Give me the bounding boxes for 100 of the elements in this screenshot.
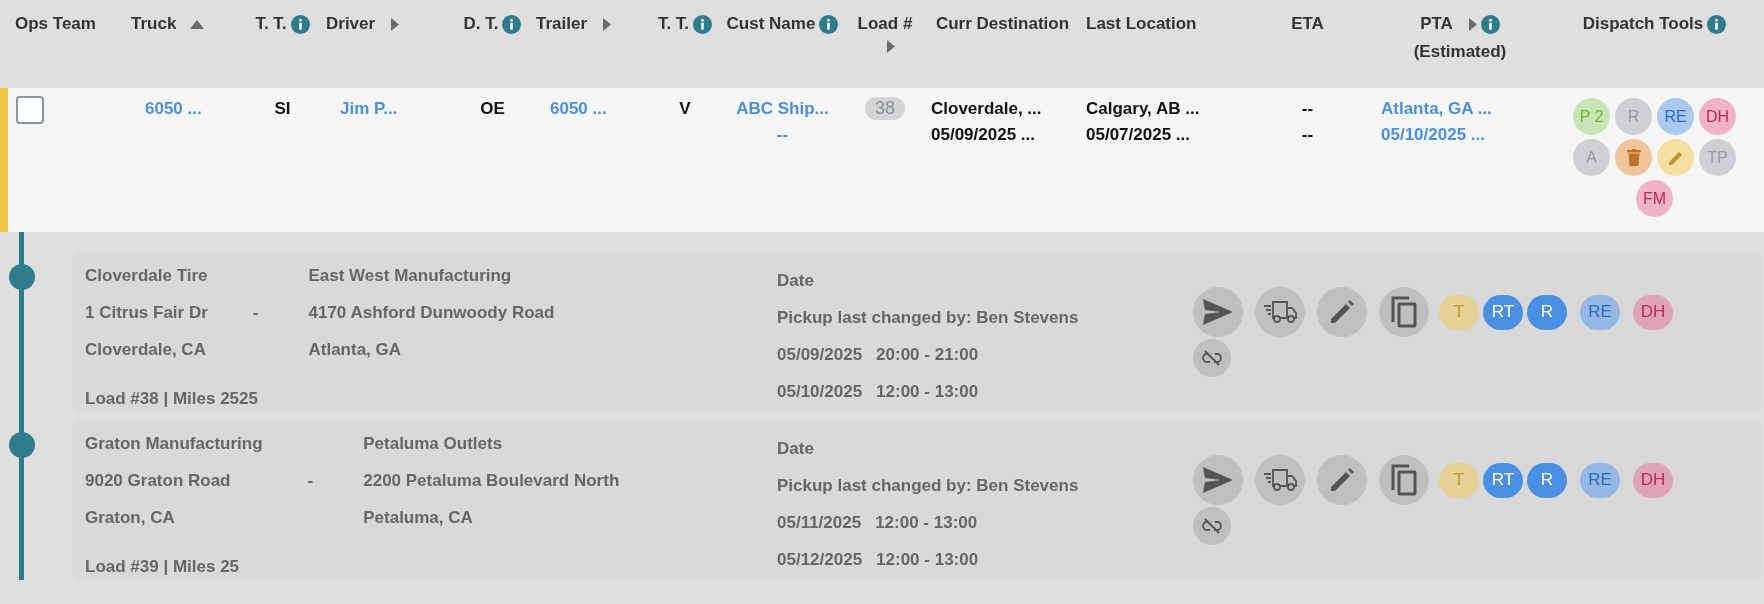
origin-address: 9020 Graton Road xyxy=(85,470,232,492)
info-icon[interactable] xyxy=(1707,14,1727,34)
changed-by-text: Pickup last changed by: Ben Stevens xyxy=(777,475,1080,497)
unlink-icon[interactable] xyxy=(1193,339,1231,377)
timeline-dot xyxy=(9,432,35,458)
origin-city: Cloverdale, CA xyxy=(85,339,207,361)
column-header[interactable]: Ops Team xyxy=(15,12,96,36)
status-badge[interactable]: R xyxy=(1527,462,1567,498)
date-label: Date xyxy=(777,438,815,460)
truck-icon[interactable] xyxy=(1255,287,1305,337)
send-icon[interactable] xyxy=(1193,455,1243,505)
table-link[interactable]: 6050 ... xyxy=(145,96,239,122)
row-checkbox[interactable] xyxy=(16,96,44,124)
column-header[interactable]: Trailer xyxy=(536,12,588,36)
load-count: 38 xyxy=(865,97,905,120)
column-header[interactable]: D. T. xyxy=(463,12,499,36)
info-icon[interactable] xyxy=(819,14,839,34)
window-time: 20:00 - 21:00 xyxy=(876,344,979,366)
table-cell-text: -- xyxy=(1301,124,1314,146)
origin-city: Graton, CA xyxy=(85,507,176,529)
table-cell-text: Cloverdale, ... xyxy=(931,98,1043,120)
window-date: 05/10/2025 xyxy=(777,381,863,403)
sort-ascending-icon[interactable] xyxy=(190,19,205,29)
table-cell-text: OE xyxy=(480,98,505,120)
table-cell-text: SI xyxy=(274,98,291,120)
status-badge[interactable]: DH xyxy=(1633,294,1673,330)
status-badge[interactable]: RE xyxy=(1580,462,1620,498)
window-time: 12:00 - 13:00 xyxy=(875,512,978,534)
window-date: 05/12/2025 xyxy=(777,549,863,571)
changed-by-text: Pickup last changed by: Ben Stevens xyxy=(777,307,1080,329)
origin-name: Cloverdale Tire xyxy=(85,265,208,287)
destination-name: Petaluma Outlets xyxy=(363,433,504,455)
column-header[interactable]: PTA xyxy=(1420,12,1453,36)
column-header[interactable]: Last Location xyxy=(1086,12,1197,36)
column-header[interactable]: T. T. xyxy=(255,12,287,36)
window-time: 12:00 - 13:00 xyxy=(876,381,979,403)
table-cell-text: Calgary, AB ... xyxy=(1086,98,1201,120)
pencil-icon[interactable] xyxy=(1317,455,1367,505)
caret-right-icon[interactable] xyxy=(887,40,895,53)
table-link[interactable]: ABC Ship... xyxy=(736,96,829,122)
window-time: 12:00 - 13:00 xyxy=(876,549,979,571)
window-date: 05/09/2025 xyxy=(777,344,863,366)
table-cell-text: V xyxy=(679,98,691,120)
destination-name: East West Manufacturing xyxy=(308,265,513,287)
column-header[interactable]: ETA xyxy=(1291,12,1324,36)
route-separator: - xyxy=(307,470,314,492)
table-link[interactable]: Atlanta, GA ... xyxy=(1381,96,1539,122)
info-icon[interactable] xyxy=(502,14,522,34)
destination-city: Atlanta, GA xyxy=(308,339,403,361)
table-cell-text: 05/09/2025 ... xyxy=(931,124,1036,146)
destination-city: Petaluma, CA xyxy=(363,507,474,529)
column-header[interactable]: Cust Name xyxy=(726,12,816,36)
column-header[interactable]: Truck xyxy=(131,12,177,36)
pencil-icon[interactable] xyxy=(1657,139,1694,176)
load-summary: Load #39 | Miles 25 xyxy=(85,556,241,578)
route-separator: - xyxy=(252,302,259,324)
table-cell-text: -- xyxy=(1301,98,1314,120)
column-header[interactable]: Driver xyxy=(326,12,376,36)
caret-right-icon[interactable] xyxy=(603,17,612,31)
copy-icon[interactable] xyxy=(1379,287,1429,337)
dispatch-tool-button[interactable]: FM xyxy=(1636,180,1673,217)
info-icon[interactable] xyxy=(693,14,713,34)
info-icon[interactable] xyxy=(1480,14,1500,34)
truck-icon[interactable] xyxy=(1255,455,1305,505)
destination-address: 2200 Petaluma Boulevard North xyxy=(363,470,620,492)
table-link[interactable]: 05/10/2025 ... xyxy=(1381,122,1539,148)
load-summary: Load #38 | Miles 2525 xyxy=(85,388,259,410)
dispatch-tool-button[interactable]: RE xyxy=(1657,98,1694,135)
origin-name: Graton Manufacturing xyxy=(85,433,263,455)
caret-right-icon[interactable] xyxy=(391,17,400,31)
unlink-icon[interactable] xyxy=(1193,507,1231,545)
dispatch-tool-button[interactable]: P 2 xyxy=(1573,98,1610,135)
timeline-dot xyxy=(9,264,35,290)
column-header[interactable]: T. T. xyxy=(657,12,690,36)
destination-address: 4170 Ashford Dunwoody Road xyxy=(308,302,555,324)
trash-icon[interactable] xyxy=(1615,139,1652,176)
status-badge[interactable]: T xyxy=(1439,462,1479,498)
origin-address: 1 Citrus Fair Dr xyxy=(85,302,208,324)
status-badge[interactable]: DH xyxy=(1633,462,1673,498)
column-header[interactable]: Load # xyxy=(857,12,913,36)
column-header[interactable]: Dispatch Tools xyxy=(1582,12,1704,36)
status-badge[interactable]: RT xyxy=(1483,294,1523,330)
send-icon[interactable] xyxy=(1193,287,1243,337)
copy-icon[interactable] xyxy=(1379,455,1429,505)
table-link[interactable]: 6050 ... xyxy=(550,96,644,122)
column-header[interactable]: Curr Destination xyxy=(935,12,1070,36)
status-badge[interactable]: R xyxy=(1527,294,1567,330)
caret-right-icon[interactable] xyxy=(1468,17,1477,31)
status-badge[interactable]: T xyxy=(1439,294,1479,330)
column-subheader: (Estimated) xyxy=(1412,41,1508,63)
table-link[interactable]: -- xyxy=(776,122,789,148)
status-badge[interactable]: RE xyxy=(1580,294,1620,330)
pencil-icon[interactable] xyxy=(1317,287,1367,337)
info-icon[interactable] xyxy=(290,14,310,34)
table-link[interactable]: Jim P... xyxy=(340,96,449,122)
date-label: Date xyxy=(777,270,815,292)
window-date: 05/11/2025 xyxy=(777,512,862,534)
dispatch-tool-button[interactable]: DH xyxy=(1699,98,1736,135)
status-badge[interactable]: RT xyxy=(1483,462,1523,498)
table-cell-text: 05/07/2025 ... xyxy=(1086,124,1191,146)
